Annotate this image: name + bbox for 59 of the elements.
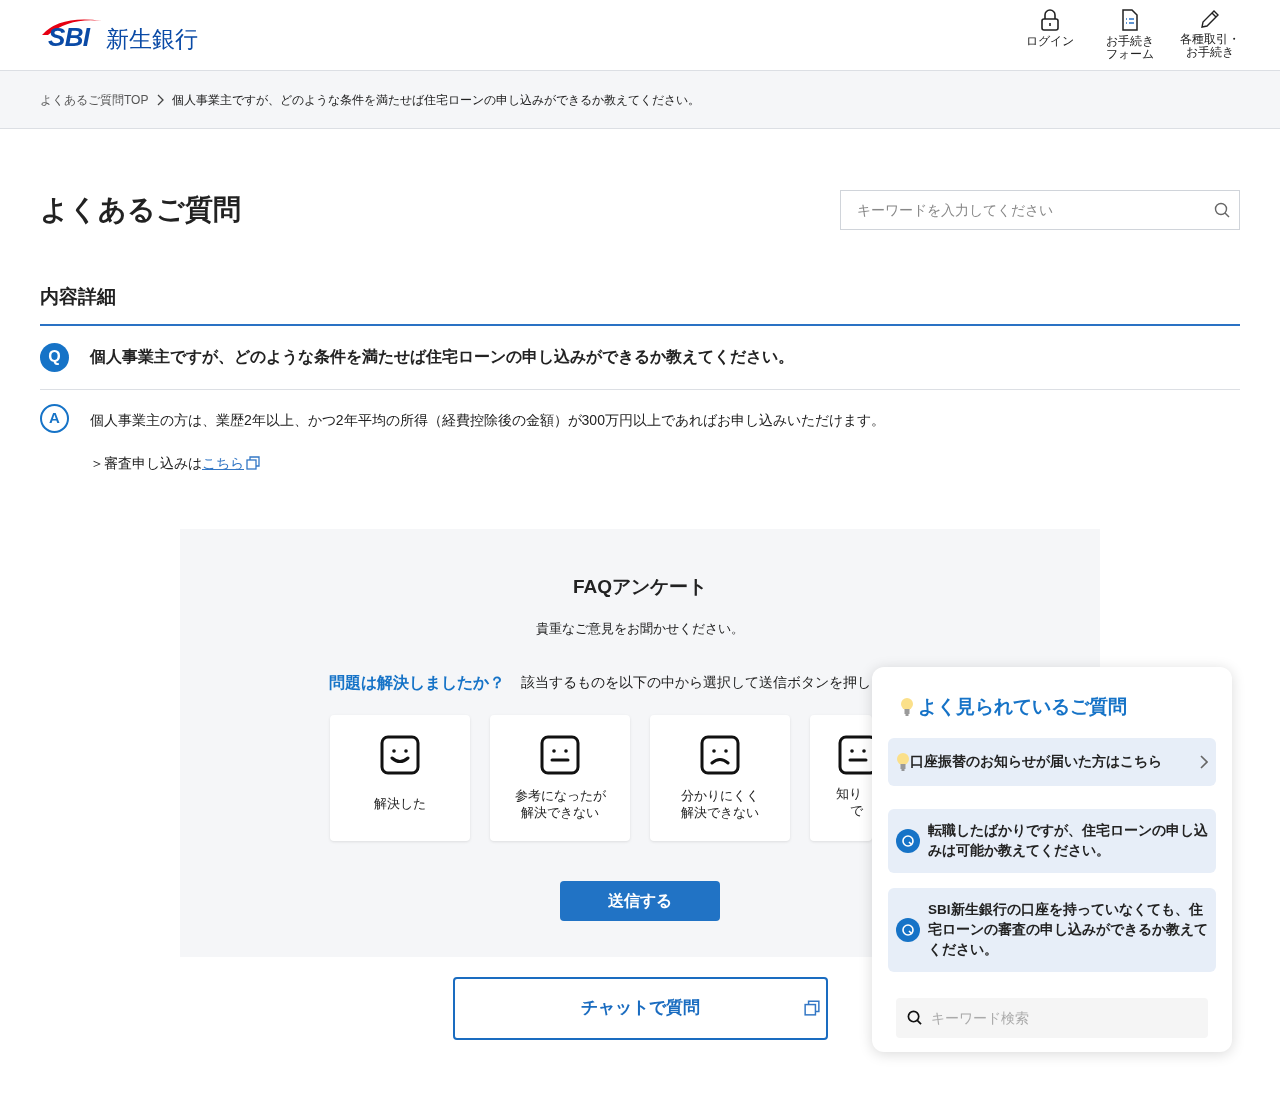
survey-option[interactable]: 知り で — [810, 714, 872, 841]
page-title: よくあるご質問 — [40, 193, 241, 227]
nav-label-line: フォーム — [1106, 48, 1154, 61]
search-field[interactable]: キーワードを入力してください — [840, 190, 1240, 230]
lock-icon — [1040, 9, 1060, 31]
popular-question-item[interactable]: 口座振替のお知らせが届いた方はこちら — [888, 737, 1216, 786]
apply-link[interactable]: こちら — [202, 452, 244, 474]
header-nav-link[interactable]: 各種取引・ お手続き — [1180, 9, 1240, 59]
q-icon — [896, 917, 920, 942]
pen-icon — [1200, 9, 1220, 29]
survey-subtitle: 貴重なご意見をお聞かせください。 — [536, 620, 744, 638]
face-icon — [540, 734, 580, 775]
search-icon — [907, 1009, 922, 1025]
header-nav-link[interactable]: ログイン — [1020, 9, 1080, 48]
panel-title: よく見られているご質問 — [918, 695, 1127, 719]
survey-option[interactable]: 分かりにくく 解決できない — [650, 714, 790, 841]
light-bulb-icon — [896, 751, 910, 772]
light-bulb-icon — [900, 697, 914, 718]
nav-label-line: 各種取引・ — [1180, 33, 1240, 46]
external-window-icon — [804, 999, 820, 1016]
section-heading: 内容詳細 — [40, 283, 1240, 326]
link-prefix: ＞審査申し込みは — [90, 453, 202, 473]
option-label-line: で — [850, 801, 863, 819]
question-badge: Q — [40, 342, 69, 372]
submit-button[interactable]: 送信する — [560, 880, 720, 921]
survey-title: FAQアンケート — [572, 574, 708, 599]
header-nav-link[interactable]: お手続き フォーム — [1100, 9, 1160, 61]
breadcrumb-link[interactable]: よくあるご質問TOP — [40, 90, 149, 109]
face-icon — [700, 734, 740, 775]
option-label-line: 解決した — [374, 795, 426, 812]
search-icon — [1214, 202, 1230, 218]
chat-button[interactable]: チャットで質問 — [453, 976, 828, 1040]
face-icon — [838, 734, 872, 775]
option-label-line: 知り — [836, 784, 862, 802]
external-window-icon — [246, 456, 260, 470]
question-text: 個人事業主ですが、どのような条件を満たせば住宅ローンの申し込みができるか教えてください。 — [90, 347, 794, 368]
survey-option[interactable]: 参考になったが 解決できない — [490, 714, 630, 841]
nav-label-line: お手続き — [1186, 46, 1234, 59]
option-label-line: 参考になったが — [514, 786, 606, 804]
chevron-right-icon — [156, 93, 165, 106]
popular-question-item[interactable]: 転職したばかりですが、住宅ローンの申し込みは可能か教えてください。 — [888, 808, 1216, 873]
document-icon — [1121, 9, 1139, 31]
answer-text: 個人事業主の方は、業歴2年以上、かつ2年平均の所得（経費控除後の金額）が300万円以上であればお申し込みいただけます。 — [90, 410, 885, 430]
survey-question: 問題は解決しましたか？ — [329, 672, 505, 693]
q-icon — [896, 828, 920, 853]
chevron-right-icon — [1200, 754, 1208, 769]
survey-option[interactable]: 解決した — [330, 714, 470, 841]
nav-label-line: お手続き — [1106, 35, 1154, 48]
popular-question-item[interactable]: SBI新生銀行の口座を持っていなくても、住宅ローンの審査の申し込みができるか教えてください。 — [888, 887, 1216, 972]
bank-logo[interactable]: SBI 新生銀行 — [40, 15, 198, 55]
breadcrumb-current: 個人事業主ですが、どのような条件を満たせば住宅ローンの申し込みができるか教えてください。 — [172, 91, 701, 109]
option-label-line: 解決できない — [521, 803, 599, 821]
option-label-line: 分かりにくく — [681, 786, 759, 804]
panel-search-field[interactable]: キーワード検索 — [896, 997, 1208, 1038]
survey-instruction: 該当するものを以下の中から選択して送信ボタンを押し — [521, 673, 871, 692]
option-label-line: 解決できない — [681, 803, 759, 821]
nav-label-line: ログイン — [1026, 35, 1074, 48]
face-icon — [380, 734, 420, 775]
answer-badge: A — [40, 403, 69, 433]
